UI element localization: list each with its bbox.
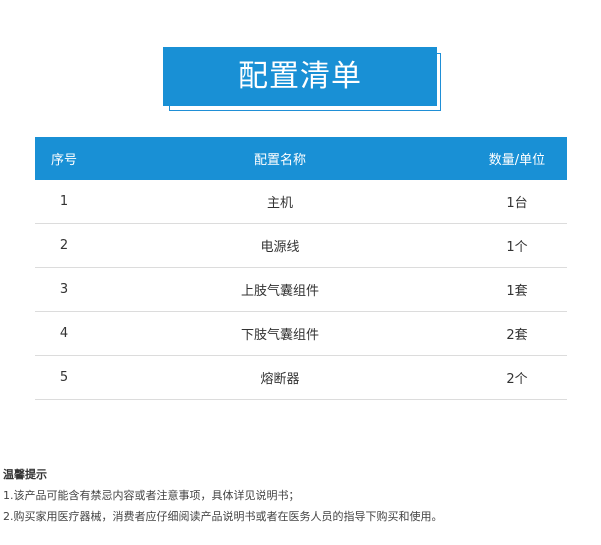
row-serial-number: 4 [35, 311, 93, 356]
row-serial-number: 1 [35, 180, 93, 224]
row-config-name: 下肢气囊组件 [93, 311, 467, 356]
row-serial-number: 5 [35, 355, 93, 400]
row-config-name: 上肢气囊组件 [93, 267, 467, 312]
table-row: 5 熔断器 2个 [35, 355, 567, 400]
row-config-name: 熔断器 [93, 355, 467, 400]
table-row: 1 主机 1台 [35, 180, 567, 224]
configuration-table: 序号 配置名称 数量/单位 1 主机 1台 2 电源线 1个 3 上肢气囊组件 … [35, 137, 567, 400]
table-row: 4 下肢气囊组件 2套 [35, 311, 567, 356]
row-quantity-unit: 1个 [467, 223, 567, 268]
table-row: 2 电源线 1个 [35, 223, 567, 268]
note-item: 1.该产品可能含有禁忌内容或者注意事项，具体详见说明书； [3, 489, 300, 502]
title-banner: 配置清单 [163, 47, 443, 113]
row-serial-number: 2 [35, 223, 93, 268]
header-quantity-unit: 数量/单位 [467, 137, 567, 180]
notes-heading: 温馨提示 [3, 468, 47, 481]
row-serial-number: 3 [35, 267, 93, 312]
page-title: 配置清单 [163, 47, 437, 106]
row-quantity-unit: 1台 [467, 180, 567, 224]
row-quantity-unit: 2个 [467, 355, 567, 400]
header-config-name: 配置名称 [93, 137, 467, 180]
notes-section: 温馨提示 1.该产品可能含有禁忌内容或者注意事项，具体详见说明书； 2.购买家用… [3, 464, 443, 527]
row-quantity-unit: 1套 [467, 267, 567, 312]
row-config-name: 主机 [93, 180, 467, 224]
table-header-row: 序号 配置名称 数量/单位 [35, 137, 567, 180]
row-config-name: 电源线 [93, 223, 467, 268]
note-item: 2.购买家用医疗器械，消费者应仔细阅读产品说明书或者在医务人员的指导下购买和使用… [3, 510, 443, 523]
table-row: 3 上肢气囊组件 1套 [35, 267, 567, 312]
row-quantity-unit: 2套 [467, 311, 567, 356]
header-serial-number: 序号 [35, 137, 93, 180]
